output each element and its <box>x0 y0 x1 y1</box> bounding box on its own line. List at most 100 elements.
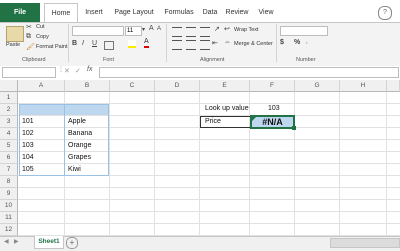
format-painter-icon[interactable]: 🖌 <box>26 43 35 51</box>
cell-a5[interactable]: 103 <box>22 140 34 152</box>
clipboard-group-label: Clipboard <box>22 57 46 63</box>
tab-file[interactable]: File <box>0 3 40 22</box>
comma-icon[interactable]: , <box>306 39 308 45</box>
tab-insert[interactable]: Insert <box>80 3 108 22</box>
cell-b3[interactable]: Apple <box>68 116 86 128</box>
divider <box>276 24 277 62</box>
new-sheet-icon[interactable]: + <box>66 237 78 249</box>
align-middle-icon[interactable] <box>186 27 196 37</box>
sheet-tab-sheet1[interactable]: Sheet1 <box>34 236 64 249</box>
name-box[interactable] <box>2 67 56 78</box>
font-name-select[interactable] <box>72 26 124 36</box>
cell-a7[interactable]: 105 <box>22 164 34 176</box>
align-center-icon[interactable] <box>186 40 196 50</box>
orientation-icon[interactable]: ↗ <box>214 25 220 33</box>
cell-b7[interactable]: Kiwi <box>68 164 81 176</box>
copy-button[interactable]: Copy <box>36 34 49 40</box>
sheet-nav-next-icon[interactable]: ▶ <box>14 238 19 245</box>
row-header-6[interactable]: 6 <box>0 152 18 164</box>
align-left-icon[interactable] <box>172 40 182 50</box>
wrap-text-button[interactable]: Wrap Text <box>234 27 259 33</box>
cut-icon[interactable]: ✂ <box>26 23 32 31</box>
tab-page-layout[interactable]: Page Layout <box>110 3 158 22</box>
formula-input[interactable] <box>99 67 399 78</box>
lookup-value-cell[interactable]: 103 <box>268 103 280 115</box>
row-header-3[interactable]: 3 <box>0 116 18 128</box>
column-header-b[interactable]: B <box>65 80 110 92</box>
wrap-text-icon[interactable]: ↩ <box>224 25 230 33</box>
shrink-font-button[interactable]: A <box>157 26 161 32</box>
insert-function-button[interactable]: fx <box>87 66 92 73</box>
gridline <box>18 211 400 212</box>
cell-a6[interactable]: 104 <box>22 152 34 164</box>
column-header-c[interactable]: C <box>110 80 155 92</box>
font-color-button[interactable]: A <box>144 38 149 48</box>
gridline <box>109 92 110 236</box>
merge-center-icon[interactable]: ⇔ <box>224 39 231 46</box>
fill-handle[interactable] <box>292 126 296 130</box>
divider <box>166 24 167 62</box>
row-header-4[interactable]: 4 <box>0 128 18 140</box>
row-header-1[interactable]: 1 <box>0 92 18 104</box>
tab-review[interactable]: Review <box>222 3 252 22</box>
number-format-select[interactable] <box>280 26 328 36</box>
tab-home[interactable]: Home <box>44 3 78 22</box>
decrease-indent-icon[interactable]: ⇤ <box>212 39 218 47</box>
tab-data[interactable]: Data <box>198 3 222 22</box>
align-right-icon[interactable] <box>200 40 210 50</box>
paste-button[interactable]: Paste <box>6 42 20 48</box>
gridline <box>294 92 295 236</box>
price-label-cell[interactable]: Price <box>205 116 221 128</box>
cut-button[interactable]: Cut <box>36 24 45 30</box>
cell-b4[interactable]: Banana <box>68 128 92 140</box>
cancel-formula-icon[interactable]: ✕ <box>64 67 70 75</box>
borders-icon[interactable] <box>104 41 114 50</box>
select-all-corner[interactable] <box>0 80 18 92</box>
row-header-9[interactable]: 9 <box>0 188 18 200</box>
paste-icon[interactable] <box>6 26 24 42</box>
row-header-11[interactable]: 11 <box>0 212 18 224</box>
font-size-dropdown-icon[interactable]: ▾ <box>142 26 145 33</box>
row-header-10[interactable]: 10 <box>0 200 18 212</box>
italic-button[interactable]: I <box>82 40 84 47</box>
cell-a4[interactable]: 102 <box>22 128 34 140</box>
grow-font-button[interactable]: A <box>149 25 154 32</box>
column-header-e[interactable]: E <box>200 80 250 92</box>
row-header-7[interactable]: 7 <box>0 164 18 176</box>
lookup-label-cell[interactable]: Look up value <box>205 103 249 115</box>
merge-center-button[interactable]: Merge & Center <box>234 41 273 47</box>
sheet-nav-prev-icon[interactable]: ◀ <box>4 238 9 245</box>
percent-button[interactable]: % <box>294 39 300 46</box>
enter-formula-icon[interactable]: ✓ <box>75 67 81 75</box>
column-header-g[interactable]: G <box>295 80 340 92</box>
underline-button[interactable]: U <box>92 40 97 47</box>
row-header-2[interactable]: 2 <box>0 104 18 116</box>
gridline <box>386 92 387 236</box>
cell-b6[interactable]: Grapes <box>68 152 91 164</box>
align-top-icon[interactable] <box>172 27 182 37</box>
column-header-f[interactable]: F <box>250 80 295 92</box>
row-header-8[interactable]: 8 <box>0 176 18 188</box>
tab-formulas[interactable]: Formulas <box>160 3 198 22</box>
row-header-5[interactable]: 5 <box>0 140 18 152</box>
column-header-a[interactable]: A <box>18 80 65 92</box>
copy-icon[interactable]: ⧉ <box>26 33 31 41</box>
row-header-12[interactable]: 12 <box>0 224 18 236</box>
divider <box>68 24 69 62</box>
format-painter-button[interactable]: Format Paint <box>36 44 67 50</box>
help-icon[interactable]: ? <box>378 6 392 20</box>
currency-button[interactable]: $ <box>280 39 284 46</box>
font-group-label: Font <box>103 57 115 63</box>
bold-button[interactable]: B <box>72 40 77 47</box>
font-size-select[interactable]: 11 <box>125 26 142 36</box>
tab-view[interactable]: View <box>254 3 278 22</box>
horizontal-scrollbar[interactable] <box>330 238 400 248</box>
cell-b5[interactable]: Orange <box>68 140 91 152</box>
column-header-d[interactable]: D <box>155 80 200 92</box>
column-header-h[interactable]: H <box>340 80 387 92</box>
fill-color-icon[interactable] <box>128 40 136 48</box>
column-header-partial[interactable] <box>387 80 400 92</box>
align-bottom-icon[interactable] <box>200 27 210 37</box>
gridline <box>339 92 340 236</box>
cell-a3[interactable]: 101 <box>22 116 34 128</box>
